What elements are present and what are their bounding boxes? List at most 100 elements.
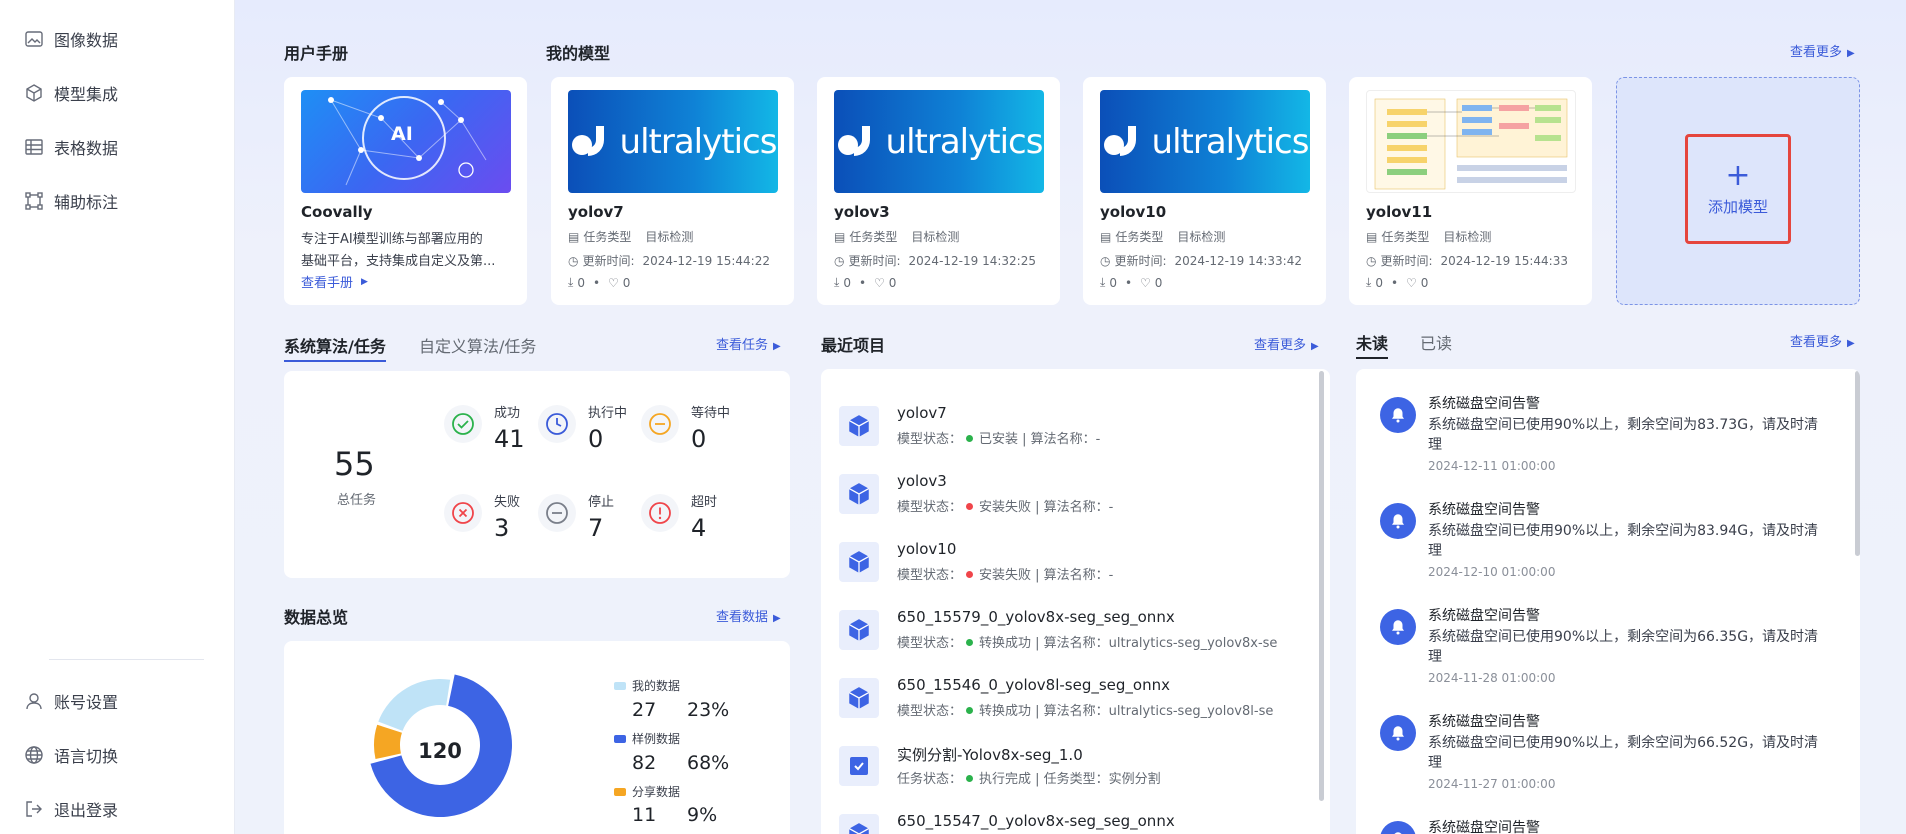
ultralytics-logo: ultralytics <box>834 90 1044 193</box>
overview-more-link[interactable]: 查看数据 ▶ <box>716 606 781 625</box>
recent-project-item[interactable]: 650_15579_0_yolov8x-seg_seg_onnx 模型状态： 转换成… <box>821 596 1311 664</box>
main-content: 用户手册 我的模型 查看更多 ▶ AI Coovally 专注于AI模型训练与部署… <box>235 0 1906 834</box>
tab-system-tasks[interactable]: 系统算法/任务 <box>284 333 386 362</box>
model-name: yolov10 <box>1100 203 1167 221</box>
sidebar-item-label: 语言切换 <box>54 747 119 766</box>
manual-name: Coovally <box>301 203 373 221</box>
donut-total: 120 <box>418 739 462 763</box>
ultralytics-mark-icon <box>837 125 870 156</box>
sidebar-item-account-settings[interactable]: 账号设置 <box>24 689 118 713</box>
failed-value: 3 <box>494 514 510 542</box>
model-card[interactable]: ultralytics yolov10 ▤ 任务类型 目标检测 ◷ 更新时间: 2024… <box>1083 77 1326 305</box>
status-dot <box>966 503 974 510</box>
cube-icon <box>26 84 42 102</box>
tab-unread[interactable]: 未读 <box>1356 330 1389 359</box>
model-name: yolov7 <box>568 203 624 221</box>
type-value: 目标检测 <box>1177 230 1226 244</box>
caret-right-icon: ▶ <box>1847 338 1855 349</box>
model-cube-icon <box>839 542 879 582</box>
notices-more-link[interactable]: 查看更多 ▶ <box>1790 331 1855 350</box>
sidebar-item-label: 表格数据 <box>54 139 119 158</box>
notice-title: 系统磁盘空间告警 <box>1428 502 1540 518</box>
stopped-icon <box>538 494 576 532</box>
success-icon <box>444 405 482 443</box>
update-label: 更新时间: <box>582 254 635 268</box>
download-icon: ⤓ <box>1366 275 1372 289</box>
slice-shared-data[interactable] <box>374 724 402 760</box>
stopped-label: 停止 <box>588 495 615 510</box>
status-dot <box>966 435 974 442</box>
sidebar-item-language[interactable]: 语言切换 <box>24 743 118 767</box>
sidebar-item-image-data[interactable]: 图像数据 <box>24 27 118 51</box>
model-card[interactable]: ultralytics yolov3 ▤ 任务类型 目标检测 ◷ 更新时间: 2024-… <box>817 77 1060 305</box>
brand-text: ultralytics <box>885 121 1044 162</box>
status-text: 转换成功 <box>979 636 1032 651</box>
plus-icon: + <box>1725 157 1751 193</box>
models-more-link[interactable]: 查看更多 ▶ <box>1790 41 1855 60</box>
model-cube-icon <box>839 814 879 834</box>
project-status: 模型状态： 安装失败 | 算法名称：- <box>897 496 1297 515</box>
status-dot <box>966 571 974 578</box>
tasks-more-link[interactable]: 查看任务 ▶ <box>716 334 781 353</box>
recent-project-item[interactable]: 650_15547_0_yolov8x-seg_seg_onnx模型状态：转换成… <box>821 800 1311 834</box>
status-prefix: 模型状态： <box>897 704 963 719</box>
bell-icon <box>1380 503 1416 539</box>
clock-icon: ◷ <box>1100 253 1111 268</box>
recent-scrollbar[interactable] <box>1319 371 1324 801</box>
project-name: 650_15579_0_yolov8x-seg_seg_onnx <box>897 608 1175 626</box>
download-count: 0 <box>577 275 585 290</box>
recent-project-item[interactable]: yolov7 模型状态： 已安装 | 算法名称：- <box>821 392 1311 460</box>
timeout-label: 超时 <box>691 495 718 510</box>
sidebar-item-assisted-annotation[interactable]: 辅助标注 <box>24 189 118 213</box>
project-status: 任务状态： 执行完成 | 任务类型：实例分割 <box>897 768 1297 787</box>
type-icon: ▤ <box>568 229 580 244</box>
sidebar-item-logout[interactable]: 退出登录 <box>24 797 118 821</box>
manual-link[interactable]: 查看手册 ▶ <box>301 272 368 291</box>
tab-read[interactable]: 已读 <box>1420 330 1452 354</box>
update-label: 更新时间: <box>1380 254 1433 268</box>
heart-icon: ♡ <box>1406 275 1417 290</box>
manual-card[interactable]: AI Coovally 专注于AI模型训练与部署应用的 基础平台，支持集成自定义… <box>284 77 527 305</box>
notice-date: 2024-12-10 01:00:00 <box>1428 565 1556 579</box>
heart-icon: ♡ <box>1140 275 1151 290</box>
status-suffix: | 算法名称：- <box>1031 568 1114 583</box>
notices-scrollbar[interactable] <box>1855 371 1860 556</box>
heart-icon: ♡ <box>608 275 619 290</box>
legend-label: 我的数据 <box>632 679 681 693</box>
project-name: 650_15546_0_yolov8l-seg_seg_onnx <box>897 676 1170 694</box>
legend-swatch <box>614 734 626 743</box>
model-stats: ⤓ 0 • ♡ 0 <box>834 275 897 290</box>
recent-project-item[interactable]: yolov3 模型状态： 安装失败 | 算法名称：- <box>821 460 1311 528</box>
status-prefix: 任务状态： <box>897 772 963 787</box>
add-model-button[interactable]: + 添加模型 <box>1685 134 1791 244</box>
stopped-value: 7 <box>588 514 604 542</box>
update-value: 2024-12-19 15:44:22 <box>642 253 770 268</box>
legend-shared-data: 分享数据 <box>614 783 680 800</box>
recent-project-item[interactable]: 实例分割-Yolov8x-seg_1.0 任务状态： 执行完成 | 任务类型：实例分… <box>821 732 1311 800</box>
sidebar-item-model-integration[interactable]: 模型集成 <box>24 81 118 105</box>
model-card[interactable]: yolov11 ▤ 任务类型 目标检测 ◷ 更新时间: 2024-12-19 15:44… <box>1349 77 1592 305</box>
type-icon: ▤ <box>1100 229 1112 244</box>
sidebar-item-table-data[interactable]: 表格数据 <box>24 135 118 159</box>
model-type: ▤ 任务类型 目标检测 <box>1100 228 1225 245</box>
tab-custom-tasks[interactable]: 自定义算法/任务 <box>419 333 536 357</box>
download-count: 0 <box>1109 275 1117 290</box>
type-icon: ▤ <box>834 229 846 244</box>
recent-projects-panel: yolov7 模型状态： 已安装 | 算法名称：- yolov3 模型状态： 安装失败 |… <box>821 369 1330 834</box>
recent-project-item[interactable]: yolov10 模型状态： 安装失败 | 算法名称：- <box>821 528 1311 596</box>
model-card[interactable]: ultralytics yolov7 ▤ 任务类型 目标检测 ◷ 更新时间: 2024-… <box>551 77 794 305</box>
logout-icon <box>26 801 42 817</box>
architecture-diagram-thumbnail <box>1366 90 1576 193</box>
recent-project-item[interactable]: 650_15546_0_yolov8l-seg_seg_onnx 模型状态： 转换成… <box>821 664 1311 732</box>
clock-icon: ◷ <box>1366 253 1377 268</box>
slice-my-data[interactable] <box>378 679 451 731</box>
notice-title: 系统磁盘空间告警 <box>1428 714 1540 730</box>
notice-title: 系统磁盘空间告警 <box>1428 608 1540 624</box>
manual-link-label: 查看手册 <box>301 276 354 291</box>
status-dot <box>966 775 974 782</box>
update-label: 更新时间: <box>1114 254 1167 268</box>
manual-desc-line2: 基础平台，支持集成自定义及第... <box>301 254 496 269</box>
project-name: yolov3 <box>897 472 947 490</box>
recent-more-link[interactable]: 查看更多 ▶ <box>1254 334 1319 353</box>
model-updated: ◷ 更新时间: 2024-12-19 15:44:22 <box>568 252 770 269</box>
